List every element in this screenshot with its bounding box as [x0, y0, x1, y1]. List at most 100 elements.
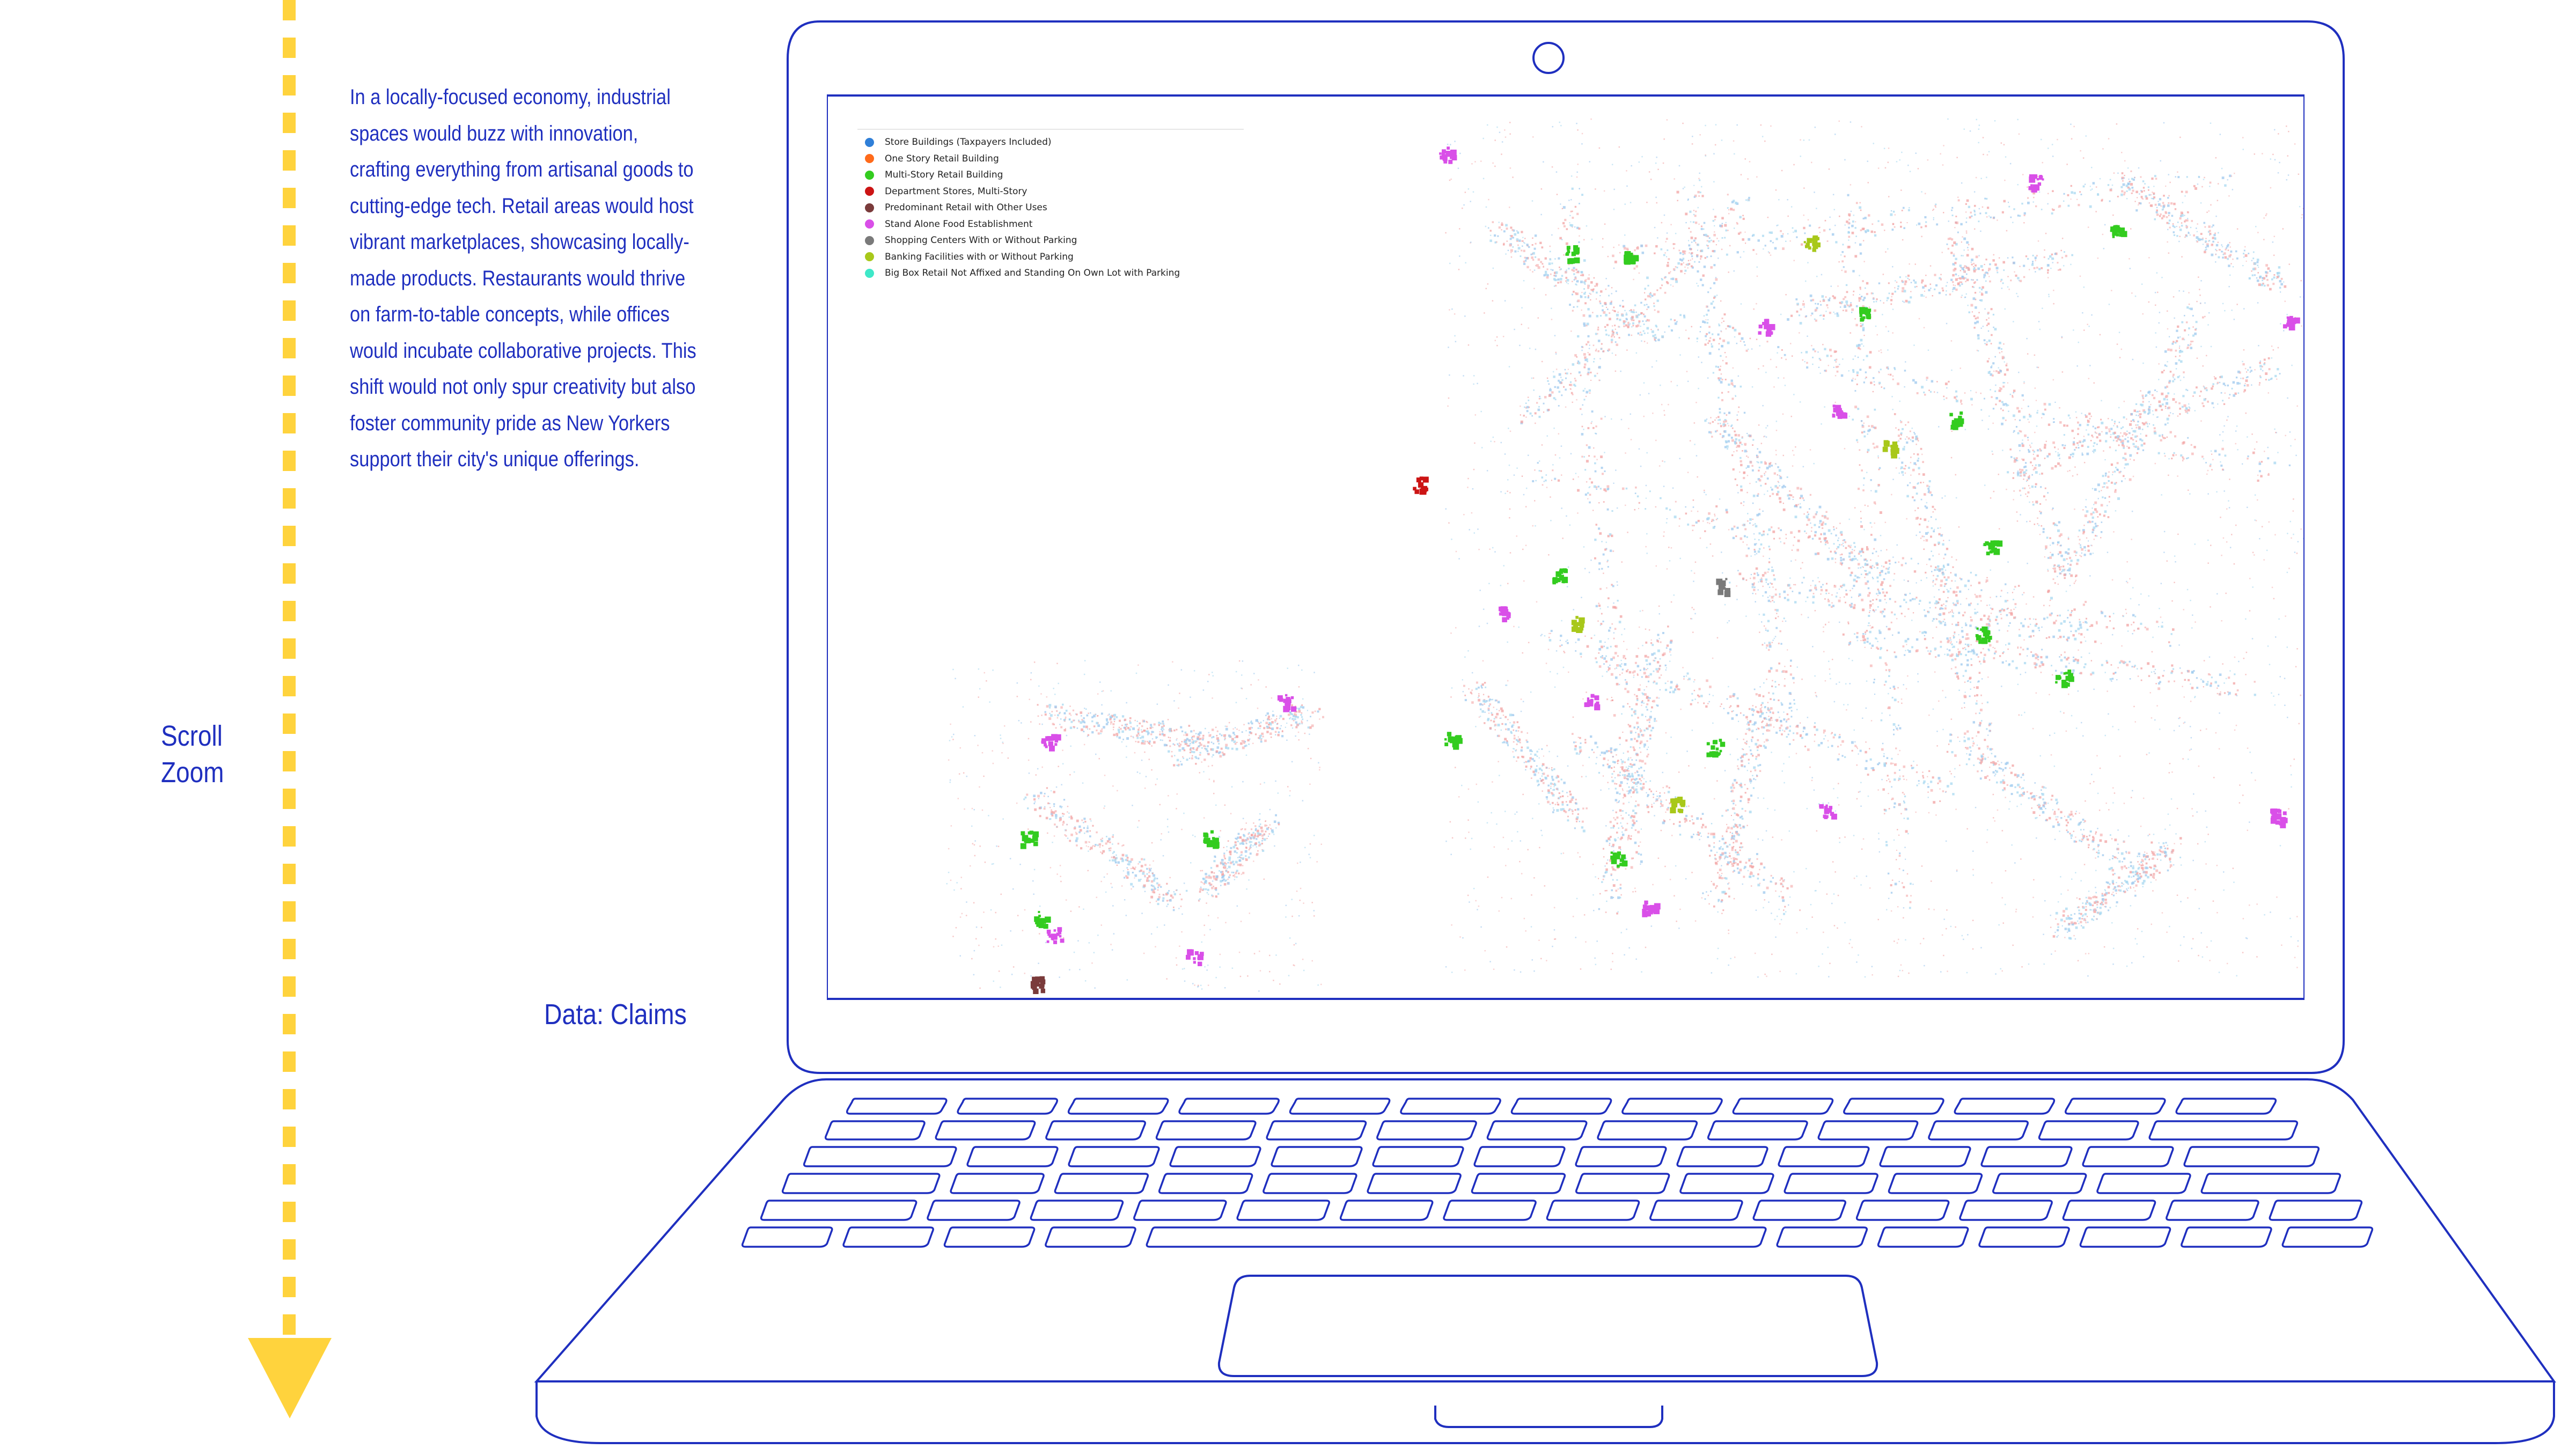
map-point [1037, 795, 1040, 798]
map-point [1137, 741, 1140, 743]
map-point [1787, 233, 1789, 234]
map-point [1764, 245, 1766, 247]
map-point [1564, 651, 1566, 653]
map-point [2172, 223, 2174, 225]
map-point [1952, 281, 1954, 283]
map-point [2173, 231, 2175, 233]
map-point [1765, 582, 1767, 583]
map-point [1619, 615, 1623, 618]
map-point [1656, 670, 1659, 673]
map-point [2002, 609, 2006, 612]
map-point [1653, 305, 1655, 307]
map-point [1612, 879, 1614, 881]
map-point [1789, 896, 1791, 898]
map-point [1721, 873, 1723, 874]
map-point [1965, 633, 1969, 636]
map-point [1753, 778, 1755, 780]
map-point [1995, 615, 1998, 618]
map-point [1731, 327, 1734, 329]
map-point [1656, 289, 1658, 291]
map-point [1812, 601, 1815, 604]
map-point [2000, 348, 2002, 350]
map-point [1858, 300, 1860, 302]
map-point [1801, 243, 1803, 246]
map-point [1574, 745, 1577, 748]
map-point [1865, 378, 1866, 379]
map-point [1616, 664, 1619, 667]
map-point [2035, 486, 2037, 488]
map-point [1694, 679, 1696, 681]
map-point [1977, 603, 1979, 605]
map-point [1628, 786, 1630, 788]
map-point [1889, 598, 1891, 600]
map-point [1955, 591, 1958, 593]
map-point [2165, 407, 2167, 409]
map-point [1966, 730, 1969, 733]
map-point [2168, 212, 2170, 215]
map-point [1842, 244, 1844, 246]
map-point [2057, 452, 2059, 454]
map-point [1624, 658, 1626, 660]
map-point [1046, 705, 1049, 708]
map-point [1924, 536, 1925, 538]
map-point [1695, 521, 1698, 524]
map-point [1733, 209, 1735, 211]
map-point [1113, 856, 1115, 859]
map-point [1537, 462, 1539, 464]
map-point [1129, 720, 1131, 722]
map-point [2261, 461, 2263, 463]
map-point [1136, 720, 1138, 722]
map-point [1961, 630, 1964, 632]
map-point [1942, 790, 1944, 792]
map-point [1043, 795, 1045, 797]
map-point [2045, 547, 2047, 549]
map-point [2005, 403, 2007, 405]
map-point [1600, 455, 1603, 458]
map-point [2057, 448, 2059, 450]
map-point [2057, 262, 2059, 264]
map-point [1643, 315, 1646, 318]
map-point [1844, 296, 1847, 298]
map-point [1603, 488, 1606, 491]
map-point [1899, 605, 1902, 608]
map-point [1603, 645, 1605, 648]
map-point [2242, 265, 2244, 267]
map-point [1692, 506, 1694, 508]
map-point [1975, 318, 1977, 320]
map-point [2094, 641, 2097, 643]
map-point [1726, 830, 1728, 833]
map-point [1983, 614, 1986, 617]
map-point [1612, 254, 1614, 258]
map-point [1951, 238, 1954, 241]
retail-map[interactable]: Store Buildings (Taxpayers Included) One… [828, 97, 2303, 998]
map-point [1927, 783, 1929, 785]
map-point [2158, 626, 2160, 628]
map-point [1602, 657, 1603, 659]
map-point [1144, 876, 1146, 878]
map-point [1924, 505, 1927, 507]
map-point [1767, 597, 1769, 598]
map-point [1797, 539, 1800, 542]
map-point [2035, 619, 2037, 620]
map-point [1633, 788, 1635, 790]
map-point [2203, 222, 2206, 224]
map-point [1986, 360, 1989, 363]
map-point [1625, 812, 1627, 814]
map-point [1876, 567, 1878, 569]
map-point [1809, 589, 1811, 592]
map-point [1835, 350, 1837, 352]
map-point [1882, 588, 1884, 590]
map-point [2201, 239, 2204, 241]
map-point [1961, 296, 1962, 298]
map-point [1180, 726, 1183, 729]
map-point [1609, 549, 1612, 552]
map-point [1572, 479, 1574, 480]
map-point [1617, 655, 1619, 657]
map-point [1882, 611, 1884, 613]
map-point [1105, 723, 1109, 725]
map-point [1933, 209, 1934, 210]
map-point [1784, 597, 1786, 599]
map-point [1943, 399, 1945, 400]
map-point [1638, 688, 1641, 691]
map-point [1770, 240, 1772, 242]
